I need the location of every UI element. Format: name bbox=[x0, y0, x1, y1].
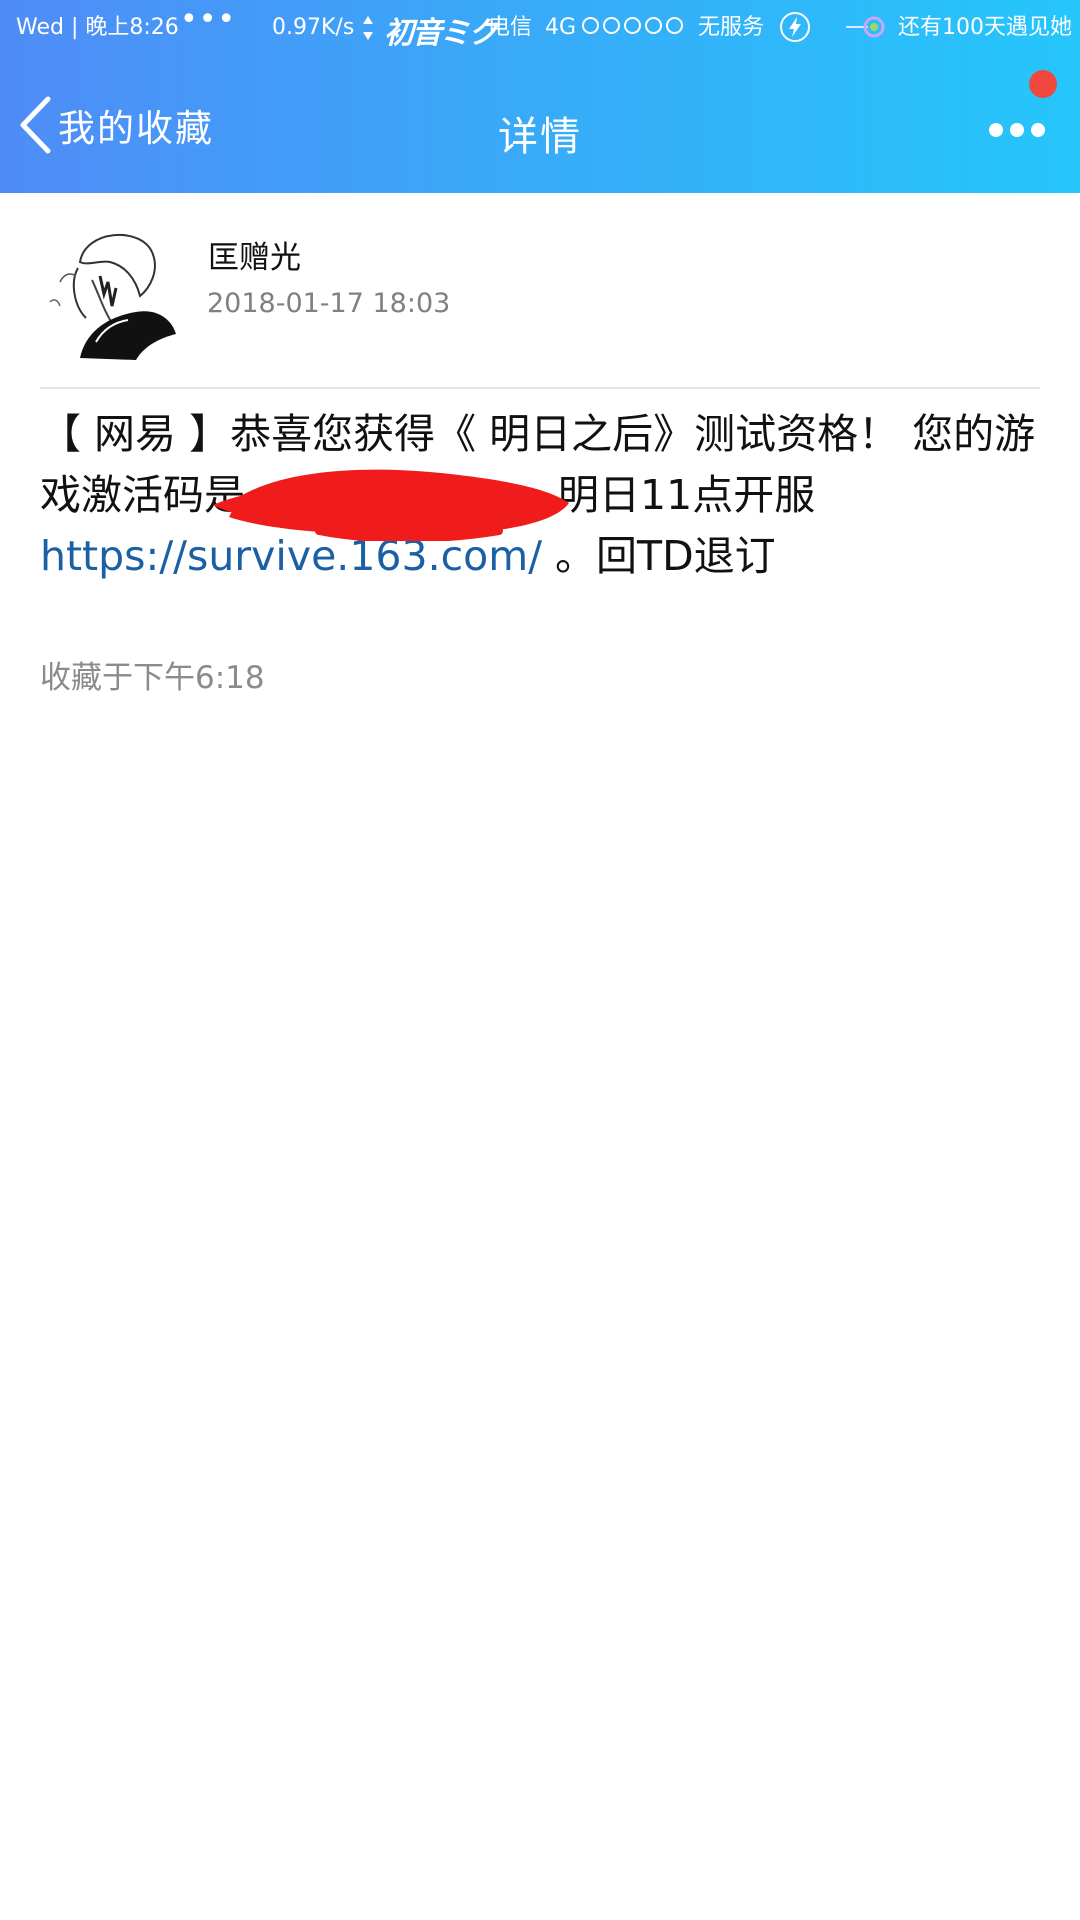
status-day: Wed bbox=[16, 15, 64, 40]
status-network: 4G bbox=[545, 15, 577, 40]
top-bar: Wed | 晚上8:26 ••• 0.97K/s 初音ミク 电信 4G 无服务 … bbox=[0, 0, 1080, 193]
more-options-button[interactable] bbox=[984, 104, 1054, 154]
signal-circles-icon bbox=[582, 17, 683, 34]
status-bar: Wed | 晚上8:26 ••• 0.97K/s 初音ミク 电信 4G 无服务 … bbox=[0, 0, 1080, 56]
sender-header: 匡赠光 2018-01-17 18:03 bbox=[40, 222, 1040, 372]
notification-dot bbox=[1029, 70, 1057, 98]
status-carrier: 电信 bbox=[488, 15, 533, 40]
page-title: 详情 bbox=[498, 114, 582, 160]
message-body: 【 网易 】恭喜您获得《 明日之后》测试资格！ 您的游戏激活码是 明日11点开服… bbox=[40, 404, 1040, 587]
redaction-scribble bbox=[213, 469, 569, 541]
divider bbox=[40, 387, 1040, 389]
status-countdown: 还有100天遇见她 bbox=[898, 15, 1072, 40]
data-arrows-icon bbox=[363, 16, 373, 40]
redaction-mark bbox=[213, 469, 569, 541]
status-net-speed: 0.97K/s bbox=[272, 15, 355, 40]
battery-charging-icon bbox=[780, 12, 810, 42]
favorited-time: 收藏于下午6:18 bbox=[40, 660, 265, 696]
message-text-part2: 明日11点开服 bbox=[545, 471, 816, 519]
miku-logo-icon: 初音ミク bbox=[384, 16, 498, 51]
status-day-time: Wed | 晚上8:26 bbox=[16, 15, 179, 40]
avatar[interactable] bbox=[40, 222, 180, 362]
status-time: 晚上8:26 bbox=[85, 15, 179, 40]
sender-name: 匡赠光 bbox=[208, 240, 301, 276]
music-note-icon bbox=[846, 16, 885, 38]
message-datetime: 2018-01-17 18:03 bbox=[207, 288, 451, 319]
status-service: 无服务 bbox=[698, 15, 765, 40]
nav-bar: 我的收藏 详情 bbox=[0, 60, 1080, 190]
status-more-dots: ••• bbox=[180, 2, 237, 37]
